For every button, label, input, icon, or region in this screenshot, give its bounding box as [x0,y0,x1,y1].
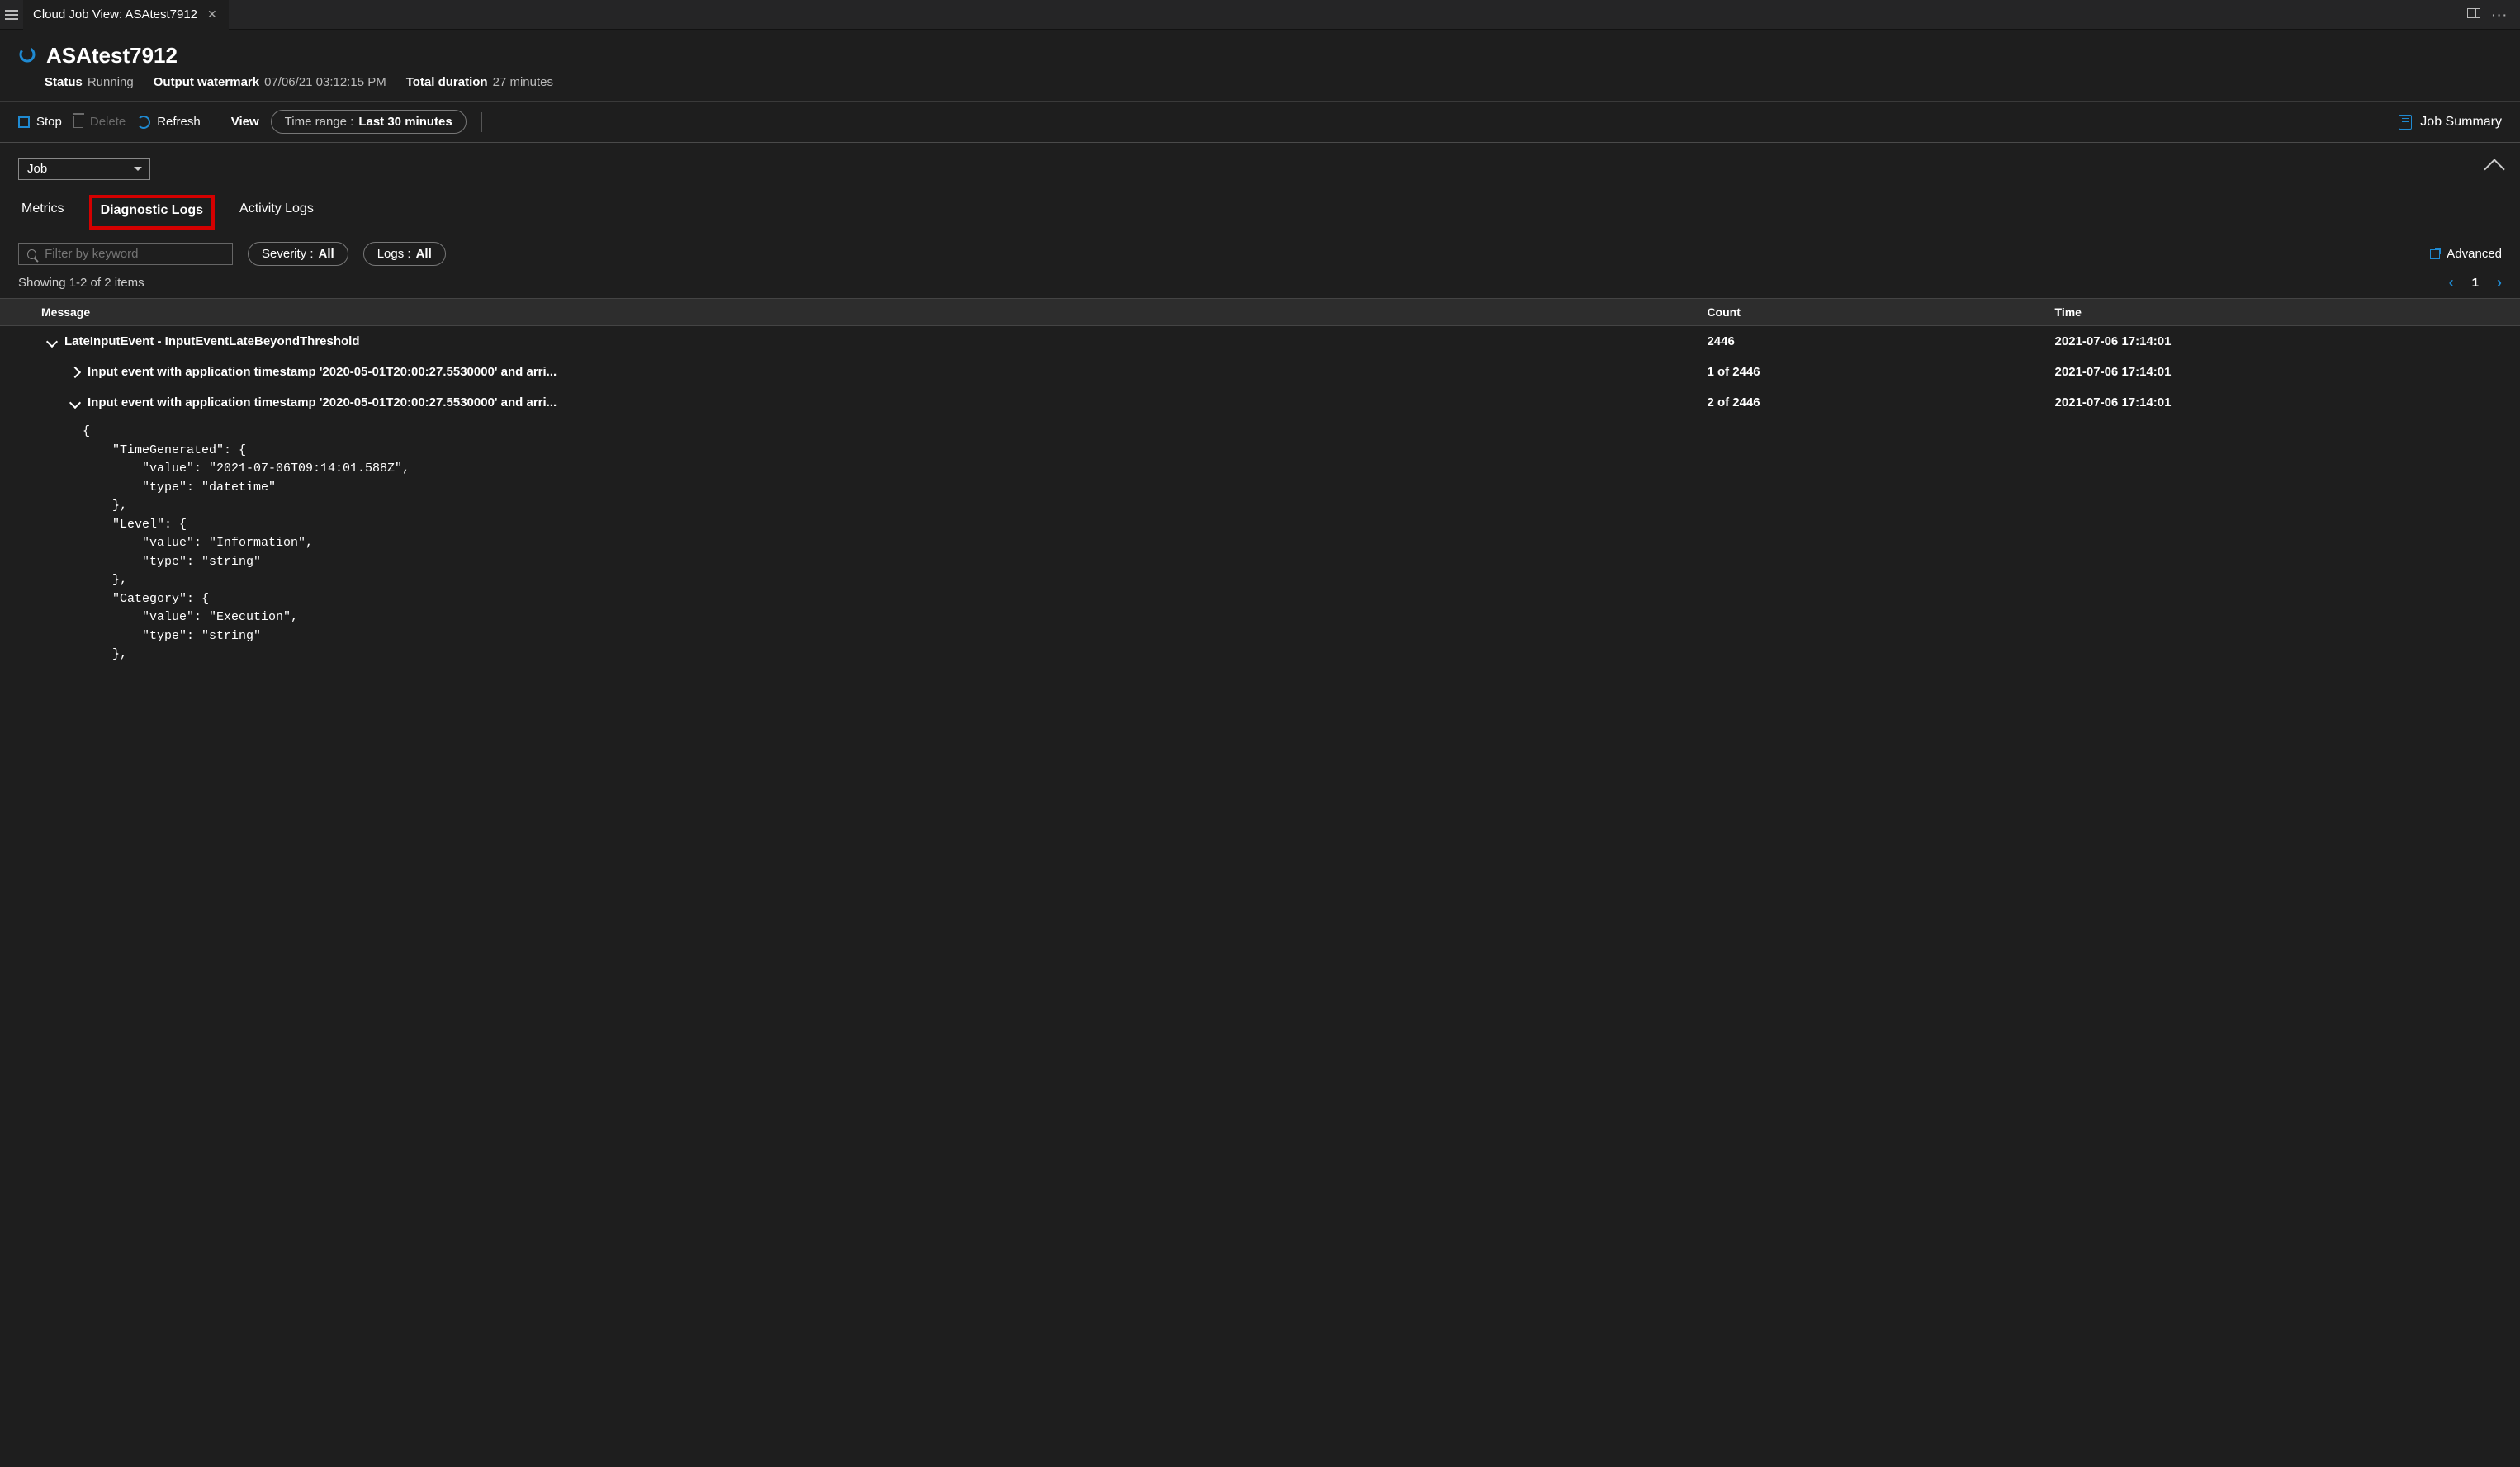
separator [481,112,482,132]
table-row[interactable]: Input event with application timestamp '… [0,357,2520,387]
log-json-detail: { "TimeGenerated": { "value": "2021-07-0… [0,418,2520,681]
advanced-link[interactable]: Advanced [2430,247,2502,261]
more-icon[interactable]: ··· [2492,8,2508,21]
job-summary-button[interactable]: Job Summary [2399,115,2502,130]
row-time: 2021-07-06 17:14:01 [2055,365,2502,379]
window-tabbar: Cloud Job View: ASAtest7912 ✕ ··· [0,0,2520,30]
result-count: Showing 1-2 of 2 items [18,276,144,290]
filter-bar: Severity : All Logs : All Advanced [0,230,2520,271]
external-icon [2430,249,2440,259]
chevron-down-icon[interactable] [46,335,58,347]
refresh-icon [137,116,150,129]
grid-header: Message Count Time [0,298,2520,326]
action-toolbar: Stop Delete Refresh View Time range : La… [0,101,2520,143]
view-button[interactable]: View [231,115,259,129]
grid-body: LateInputEvent - InputEventLateBeyondThr… [0,326,2520,418]
prev-page[interactable]: ‹ [2449,274,2454,291]
col-time[interactable]: Time [2055,305,2502,319]
tab-diagnostic-logs[interactable]: Diagnostic Logs [89,195,215,230]
search-icon [27,249,36,259]
timerange-pill[interactable]: Time range : Last 30 minutes [271,110,467,134]
severity-filter[interactable]: Severity : All [248,242,348,266]
job-header: ASAtest7912 Status Running Output waterma… [0,30,2520,101]
trash-icon [73,116,83,128]
split-layout-icon[interactable] [2467,8,2480,18]
stop-icon [18,116,30,128]
editor-tab[interactable]: Cloud Job View: ASAtest7912 ✕ [23,0,229,30]
spinner-icon [18,45,36,66]
row-time: 2021-07-06 17:14:01 [2055,334,2502,348]
status-label: Status [45,75,83,89]
page-title: ASAtest7912 [46,43,178,69]
pager: ‹ 1 › [2449,274,2502,291]
duration-value: 27 minutes [493,75,553,89]
row-count: 2446 [1707,334,2054,348]
col-message[interactable]: Message [18,305,1707,319]
duration-label: Total duration [406,75,488,89]
status-value: Running [88,75,134,89]
watermark-value: 07/06/21 03:12:15 PM [264,75,386,89]
logs-filter[interactable]: Logs : All [363,242,446,266]
tab-metrics[interactable]: Metrics [18,195,68,230]
row-count: 2 of 2446 [1707,395,2054,409]
row-count: 1 of 2446 [1707,365,2054,379]
refresh-button[interactable]: Refresh [137,115,201,129]
next-page[interactable]: › [2497,274,2502,291]
watermark-label: Output watermark [154,75,259,89]
stop-button[interactable]: Stop [18,115,62,129]
close-icon[interactable]: ✕ [206,7,219,21]
section-controls: Job [0,143,2520,180]
row-time: 2021-07-06 17:14:01 [2055,395,2502,409]
view-tabs: Metrics Diagnostic Logs Activity Logs [0,180,2520,230]
scope-select[interactable]: Job [18,158,150,180]
table-row[interactable]: Input event with application timestamp '… [0,387,2520,418]
filter-search[interactable] [18,243,233,265]
document-icon [2399,115,2412,130]
row-message: Input event with application timestamp '… [88,365,557,379]
table-row[interactable]: LateInputEvent - InputEventLateBeyondThr… [0,326,2520,357]
current-page: 1 [2472,276,2479,290]
tab-title: Cloud Job View: ASAtest7912 [33,7,197,21]
result-count-row: Showing 1-2 of 2 items ‹ 1 › [0,271,2520,298]
delete-button: Delete [73,115,126,129]
row-message: Input event with application timestamp '… [88,395,557,409]
filter-input[interactable] [45,247,224,261]
tab-activity-logs[interactable]: Activity Logs [236,195,317,230]
chevron-down-icon[interactable] [69,396,81,408]
chevron-right-icon[interactable] [69,366,81,377]
row-message: LateInputEvent - InputEventLateBeyondThr… [64,334,360,348]
hamburger-icon[interactable] [5,10,18,20]
collapse-icon[interactable] [2484,159,2504,179]
col-count[interactable]: Count [1707,305,2054,319]
